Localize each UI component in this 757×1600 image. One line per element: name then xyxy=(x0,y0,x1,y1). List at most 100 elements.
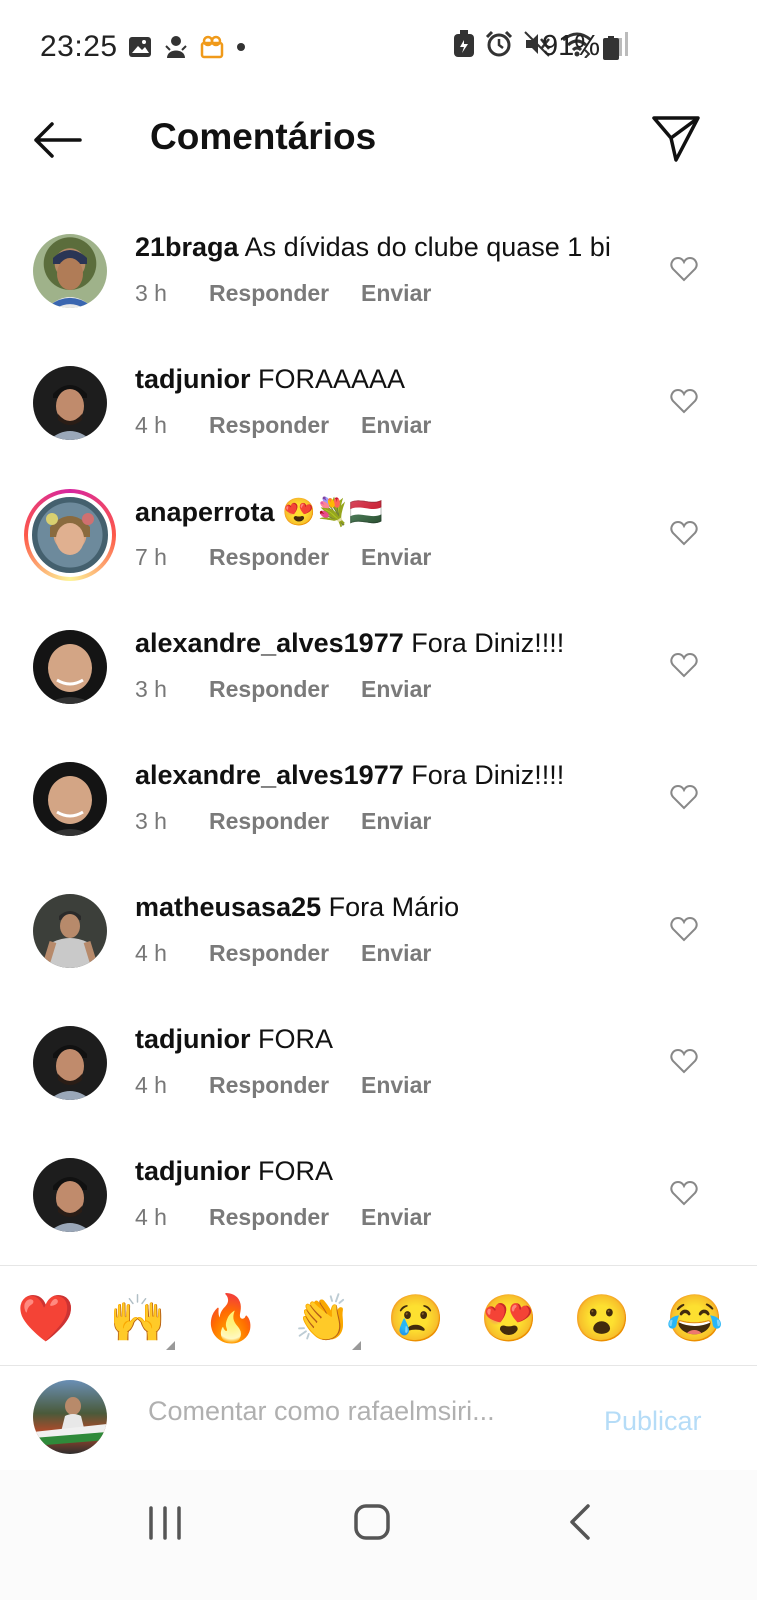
reaction-crying-face[interactable]: 😢 xyxy=(386,1288,446,1348)
heart-icon[interactable] xyxy=(670,1180,698,1206)
comment-body: tadjunior FORA xyxy=(135,1156,333,1187)
heart-icon[interactable] xyxy=(670,256,698,282)
comment-text: FORA xyxy=(258,1024,334,1054)
comment-item: tadjunior FORA 4 h Responder Enviar xyxy=(0,992,757,1124)
comment-username[interactable]: matheusasa25 xyxy=(135,892,321,922)
reaction-heart-eyes[interactable]: 😍 xyxy=(479,1288,539,1348)
gallery-icon xyxy=(129,37,151,57)
comment-meta: 7 h Responder Enviar xyxy=(135,544,431,571)
battery-icon xyxy=(603,36,619,60)
avatar[interactable] xyxy=(33,894,107,968)
status-time: 23:25 xyxy=(40,30,118,63)
quick-reactions-bar: ❤️ 🙌 🔥 👏 😢 😍 😮 😂 xyxy=(0,1266,757,1366)
avatar[interactable] xyxy=(33,630,107,704)
comment-username[interactable]: alexandre_alves1977 xyxy=(135,628,404,658)
status-bar: 23:25 91% xyxy=(0,0,757,98)
comment-body: tadjunior FORAAAAA xyxy=(135,364,405,395)
reply-button[interactable]: Responder xyxy=(209,940,361,967)
comment-time: 3 h xyxy=(135,676,167,702)
comment-text: FORA xyxy=(258,1156,334,1186)
comment-item: tadjunior FORAAAAA 4 h Responder Enviar xyxy=(0,332,757,464)
direct-send-icon[interactable] xyxy=(650,112,702,164)
comment-body: tadjunior FORA xyxy=(135,1024,333,1055)
send-button[interactable]: Enviar xyxy=(361,1072,431,1099)
reply-button[interactable]: Responder xyxy=(209,676,361,703)
back-arrow-icon[interactable] xyxy=(30,118,84,162)
comment-username[interactable]: tadjunior xyxy=(135,364,251,394)
send-button[interactable]: Enviar xyxy=(361,544,431,571)
heart-icon[interactable] xyxy=(670,652,698,678)
send-button[interactable]: Enviar xyxy=(361,280,431,307)
reply-button[interactable]: Responder xyxy=(209,280,361,307)
reaction-clapping-hands[interactable]: 👏 xyxy=(293,1288,353,1348)
comment-text: Fora Mário xyxy=(328,892,460,922)
heart-icon[interactable] xyxy=(670,916,698,942)
avatar[interactable] xyxy=(33,234,107,308)
skin-tone-indicator-icon xyxy=(352,1341,361,1350)
comment-text: FORAAAAA xyxy=(258,364,406,394)
comment-time: 4 h xyxy=(135,412,167,438)
heart-icon[interactable] xyxy=(670,520,698,546)
comments-list: 21braga As dívidas do clube quase 1 bi 3… xyxy=(0,200,757,1256)
send-button[interactable]: Enviar xyxy=(361,940,431,967)
comment-username[interactable]: tadjunior xyxy=(135,1024,251,1054)
send-button[interactable]: Enviar xyxy=(361,1204,431,1231)
reaction-fire[interactable]: 🔥 xyxy=(201,1288,261,1348)
comment-username[interactable]: anaperrota xyxy=(135,497,275,527)
back-nav-icon[interactable] xyxy=(550,1500,610,1546)
comment-time: 7 h xyxy=(135,544,167,570)
reaction-surprised-face[interactable]: 😮 xyxy=(572,1288,632,1348)
heart-icon[interactable] xyxy=(670,1048,698,1074)
skin-tone-indicator-icon xyxy=(166,1341,175,1350)
comment-text: 😍💐🇭🇺 xyxy=(282,497,383,527)
comment-composer: Publicar xyxy=(0,1366,757,1470)
reaction-raising-hands[interactable]: 🙌 xyxy=(108,1288,168,1348)
heart-icon[interactable] xyxy=(670,784,698,810)
comment-time: 4 h xyxy=(135,1072,167,1098)
avatar[interactable] xyxy=(33,366,107,440)
avatar xyxy=(28,493,112,577)
comment-meta: 4 h Responder Enviar xyxy=(135,940,431,967)
heart-icon[interactable] xyxy=(670,388,698,414)
comment-item: alexandre_alves1977 Fora Diniz!!!! 3 h R… xyxy=(0,596,757,728)
comment-body: anaperrota 😍💐🇭🇺 xyxy=(135,496,383,528)
page-title: Comentários xyxy=(150,116,377,157)
reaction-heart[interactable]: ❤️ xyxy=(16,1288,76,1348)
comment-item: matheusasa25 Fora Mário 4 h Responder En… xyxy=(0,860,757,992)
avatar[interactable] xyxy=(33,1026,107,1100)
reaction-laughing-face[interactable]: 😂 xyxy=(665,1288,725,1348)
reply-button[interactable]: Responder xyxy=(209,544,361,571)
current-user-avatar xyxy=(33,1380,107,1454)
reply-button[interactable]: Responder xyxy=(209,1072,361,1099)
avatar[interactable] xyxy=(33,762,107,836)
comment-body: alexandre_alves1977 Fora Diniz!!!! xyxy=(135,628,564,659)
comment-time: 4 h xyxy=(135,1204,167,1230)
home-icon[interactable] xyxy=(342,1500,402,1546)
comment-item: tadjunior FORA 4 h Responder Enviar xyxy=(0,1124,757,1256)
reply-button[interactable]: Responder xyxy=(209,1204,361,1231)
comment-username[interactable]: alexandre_alves1977 xyxy=(135,760,404,790)
comment-meta: 4 h Responder Enviar xyxy=(135,1204,431,1231)
send-button[interactable]: Enviar xyxy=(361,412,431,439)
recent-apps-icon[interactable] xyxy=(135,1500,195,1546)
comment-meta: 3 h Responder Enviar xyxy=(135,808,431,835)
reply-button[interactable]: Responder xyxy=(209,412,361,439)
avatar[interactable] xyxy=(33,1158,107,1232)
battery-percentage: 91% xyxy=(542,30,601,62)
send-button[interactable]: Enviar xyxy=(361,808,431,835)
reply-button[interactable]: Responder xyxy=(209,808,361,835)
battery-saver-icon xyxy=(454,30,474,57)
comment-item: 21braga As dívidas do clube quase 1 bi 3… xyxy=(0,200,757,332)
publish-button[interactable]: Publicar xyxy=(604,1406,702,1437)
comment-username[interactable]: 21braga xyxy=(135,232,239,262)
comment-time: 3 h xyxy=(135,280,167,306)
avatar-with-story-ring[interactable] xyxy=(24,489,116,581)
comment-meta: 4 h Responder Enviar xyxy=(135,1072,431,1099)
app-icon xyxy=(165,36,187,58)
send-button[interactable]: Enviar xyxy=(361,676,431,703)
comment-text: Fora Diniz!!!! xyxy=(411,760,565,790)
comment-username[interactable]: tadjunior xyxy=(135,1156,251,1186)
comment-time: 3 h xyxy=(135,808,167,834)
comment-item: anaperrota 😍💐🇭🇺 7 h Responder Enviar xyxy=(0,464,757,596)
comment-input[interactable] xyxy=(148,1396,548,1427)
